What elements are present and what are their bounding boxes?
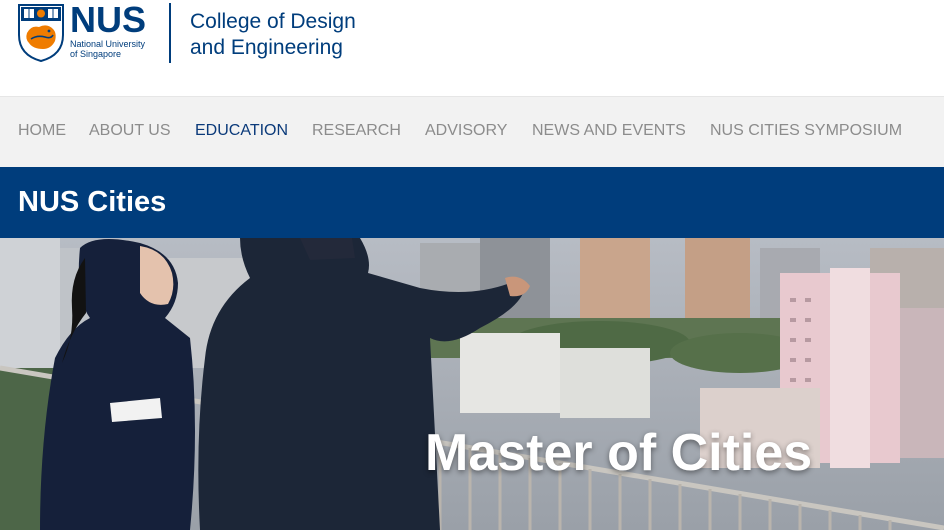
college-name-line2: and Engineering: [190, 36, 343, 59]
hero-section: Master of Cities: [0, 238, 944, 530]
nav-item-home[interactable]: HOME: [18, 122, 66, 140]
nus-wordmark: NUS National University of Singapore: [70, 0, 147, 60]
nus-wordmark-text: NUS: [70, 0, 147, 40]
college-name-line1: College of Design: [190, 10, 356, 33]
section-banner: NUS Cities: [0, 167, 944, 238]
nav-item-research[interactable]: RESEARCH: [312, 122, 401, 140]
banner-title: NUS Cities: [18, 186, 167, 218]
nus-subtext-line2: of Singapore: [70, 49, 122, 59]
nav-item-nus-cities-symposium[interactable]: NUS CITIES SYMPOSIUM: [710, 122, 902, 140]
college-name[interactable]: College of Design and Engineering: [190, 9, 356, 61]
nav-item-about-us[interactable]: ABOUT US: [89, 122, 171, 140]
nus-crest-icon: [18, 4, 64, 63]
nus-subtext-line1: National University: [70, 39, 146, 49]
nus-logo[interactable]: NUS National University of Singapore: [17, 0, 147, 63]
hero-photo-icon: [0, 238, 944, 530]
nav-item-education[interactable]: EDUCATION: [195, 122, 288, 140]
logo-divider: [169, 3, 171, 63]
nav-item-news-and-events[interactable]: NEWS AND EVENTS: [532, 122, 686, 140]
hero-title: Master of Cities: [425, 424, 813, 482]
site-header: NUS National University of Singapore Col…: [0, 0, 944, 96]
nav-item-advisory[interactable]: ADVISORY: [425, 122, 507, 140]
main-nav: HOME ABOUT US EDUCATION RESEARCH ADVISOR…: [0, 96, 944, 167]
